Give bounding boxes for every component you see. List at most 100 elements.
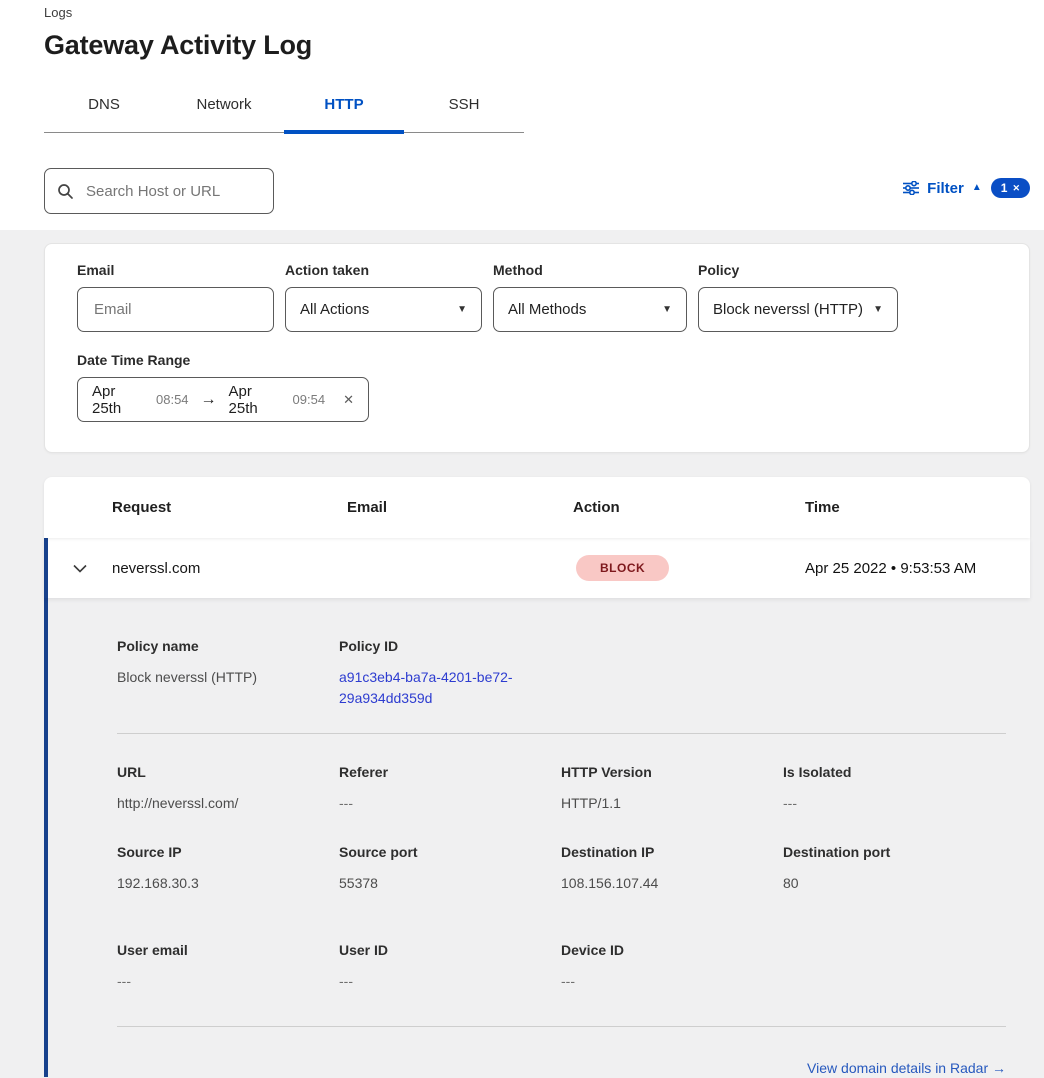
- select-value: All Actions: [300, 301, 369, 318]
- detail-field-user-id: User ID ---: [339, 942, 561, 992]
- filter-toggle-button[interactable]: Filter ▲: [903, 180, 982, 197]
- detail-label: Destination port: [783, 844, 1005, 860]
- detail-value: http://neverssl.com/: [117, 793, 339, 814]
- detail-value: Block neverssl (HTTP): [117, 667, 339, 688]
- detail-label: Device ID: [561, 942, 783, 958]
- tab-network[interactable]: Network: [164, 86, 284, 132]
- page-header: Logs Gateway Activity Log DNS Network HT…: [0, 0, 1044, 230]
- filter-count-badge[interactable]: 1 ✕: [991, 178, 1030, 198]
- detail-field-is-isolated: Is Isolated ---: [783, 764, 1005, 814]
- detail-field-url: URL http://neverssl.com/: [117, 764, 339, 814]
- dropdown-caret-icon: ▼: [873, 304, 883, 315]
- filter-field-date-range: Date Time Range Apr 25th 08:54 → Apr 25t…: [77, 352, 999, 422]
- detail-field-user-email: User email ---: [117, 942, 339, 992]
- detail-field-policy-id: Policy ID a91c3eb4-ba7a-4201-be72-29a934…: [339, 638, 561, 709]
- detail-value: HTTP/1.1: [561, 793, 783, 814]
- chevron-down-icon: [73, 564, 87, 573]
- time-cell: Apr 25 2022 • 9:53:53 AM: [805, 560, 1030, 577]
- email-filter-input[interactable]: [92, 300, 259, 319]
- column-header-time: Time: [805, 499, 1030, 516]
- email-input-wrap: [77, 287, 274, 332]
- date-range-picker[interactable]: Apr 25th 08:54 → Apr 25th 09:54 ✕: [77, 377, 369, 422]
- log-table: Request Email Action Time neverssl.com B…: [44, 477, 1030, 1077]
- filter-field-action-taken: Action taken All Actions ▼: [285, 262, 482, 332]
- detail-label: Is Isolated: [783, 764, 1005, 780]
- expanded-row-detail: Policy name Block neverssl (HTTP) Policy…: [44, 598, 1030, 1077]
- toolbar: Filter ▲ 1 ✕: [44, 168, 1030, 214]
- detail-label: Policy ID: [339, 638, 561, 654]
- request-cell: neverssl.com: [112, 560, 347, 577]
- detail-field-device-id: Device ID ---: [561, 942, 783, 992]
- action-taken-select[interactable]: All Actions ▼: [285, 287, 482, 332]
- filter-field-method: Method All Methods ▼: [493, 262, 687, 332]
- divider: [117, 1026, 1006, 1027]
- column-header-email: Email: [347, 499, 573, 516]
- tab-http[interactable]: HTTP: [284, 86, 404, 132]
- policy-select[interactable]: Block neverssl (HTTP) ▼: [698, 287, 898, 332]
- filter-count: 1: [1001, 181, 1008, 195]
- detail-label: Destination IP: [561, 844, 783, 860]
- detail-value: 55378: [339, 873, 561, 894]
- arrow-right-icon: →: [199, 391, 219, 409]
- detail-label: URL: [117, 764, 339, 780]
- end-time: 09:54: [293, 392, 326, 407]
- detail-value: 108.156.107.44: [561, 873, 783, 894]
- tab-label: SSH: [449, 96, 480, 113]
- dropdown-caret-icon: ▼: [662, 304, 672, 315]
- start-time: 08:54: [156, 392, 189, 407]
- select-value: All Methods: [508, 301, 586, 318]
- detail-label: Source port: [339, 844, 561, 860]
- search-input[interactable]: [84, 182, 261, 201]
- detail-field-source-ip: Source IP 192.168.30.3: [117, 844, 339, 894]
- detail-value: ---: [339, 793, 561, 814]
- tab-dns[interactable]: DNS: [44, 86, 164, 132]
- user-section: User email --- User ID --- Device ID ---: [117, 942, 1006, 992]
- detail-field-http-version: HTTP Version HTTP/1.1: [561, 764, 783, 814]
- tab-label: DNS: [88, 96, 120, 113]
- expand-row-button[interactable]: [48, 564, 112, 573]
- table-row[interactable]: neverssl.com BLOCK Apr 25 2022 • 9:53:53…: [44, 538, 1030, 598]
- filter-label: Filter: [927, 180, 964, 197]
- badge-clear-icon: ✕: [1012, 183, 1020, 194]
- field-label: Email: [77, 262, 274, 278]
- field-label: Date Time Range: [77, 352, 999, 368]
- detail-field-policy-name: Policy name Block neverssl (HTTP): [117, 638, 339, 709]
- detail-field-source-port: Source port 55378: [339, 844, 561, 894]
- status-badge: BLOCK: [576, 555, 669, 581]
- table-header-row: Request Email Action Time: [44, 477, 1030, 538]
- end-date: Apr 25th: [229, 383, 283, 417]
- detail-value: 192.168.30.3: [117, 873, 339, 894]
- action-cell: BLOCK: [573, 555, 805, 581]
- field-label: Policy: [698, 262, 898, 278]
- tab-label: Network: [196, 96, 251, 113]
- detail-field-referer: Referer ---: [339, 764, 561, 814]
- search-icon: [57, 183, 74, 200]
- start-date: Apr 25th: [92, 383, 146, 417]
- filter-cluster: Filter ▲ 1 ✕: [903, 178, 1030, 198]
- breadcrumb[interactable]: Logs: [44, 5, 1030, 21]
- method-select[interactable]: All Methods ▼: [493, 287, 687, 332]
- policy-section: Policy name Block neverssl (HTTP) Policy…: [117, 638, 1006, 709]
- detail-value: ---: [783, 793, 1005, 814]
- column-header-request: Request: [112, 499, 347, 516]
- policy-id-link[interactable]: a91c3eb4-ba7a-4201-be72-29a934dd359d: [339, 667, 534, 709]
- detail-label: Referer: [339, 764, 561, 780]
- dropdown-caret-icon: ▼: [457, 304, 467, 315]
- filter-field-email: Email: [77, 262, 274, 332]
- tab-bar: DNS Network HTTP SSH: [44, 86, 524, 133]
- tab-ssh[interactable]: SSH: [404, 86, 524, 132]
- page-title: Gateway Activity Log: [44, 30, 1030, 61]
- network-section: Source IP 192.168.30.3 Source port 55378…: [117, 844, 1006, 894]
- divider: [117, 733, 1006, 734]
- view-in-radar-link[interactable]: View domain details in Radar →: [807, 1060, 1006, 1076]
- detail-value: ---: [117, 971, 339, 992]
- clear-date-range-icon[interactable]: ✕: [343, 392, 354, 408]
- tab-label: HTTP: [324, 96, 363, 113]
- field-label: Action taken: [285, 262, 482, 278]
- detail-label: HTTP Version: [561, 764, 783, 780]
- detail-label: User ID: [339, 942, 561, 958]
- filter-icon: [903, 181, 919, 195]
- select-value: Block neverssl (HTTP): [713, 301, 863, 318]
- detail-field-destination-ip: Destination IP 108.156.107.44: [561, 844, 783, 894]
- search-box: [44, 168, 274, 214]
